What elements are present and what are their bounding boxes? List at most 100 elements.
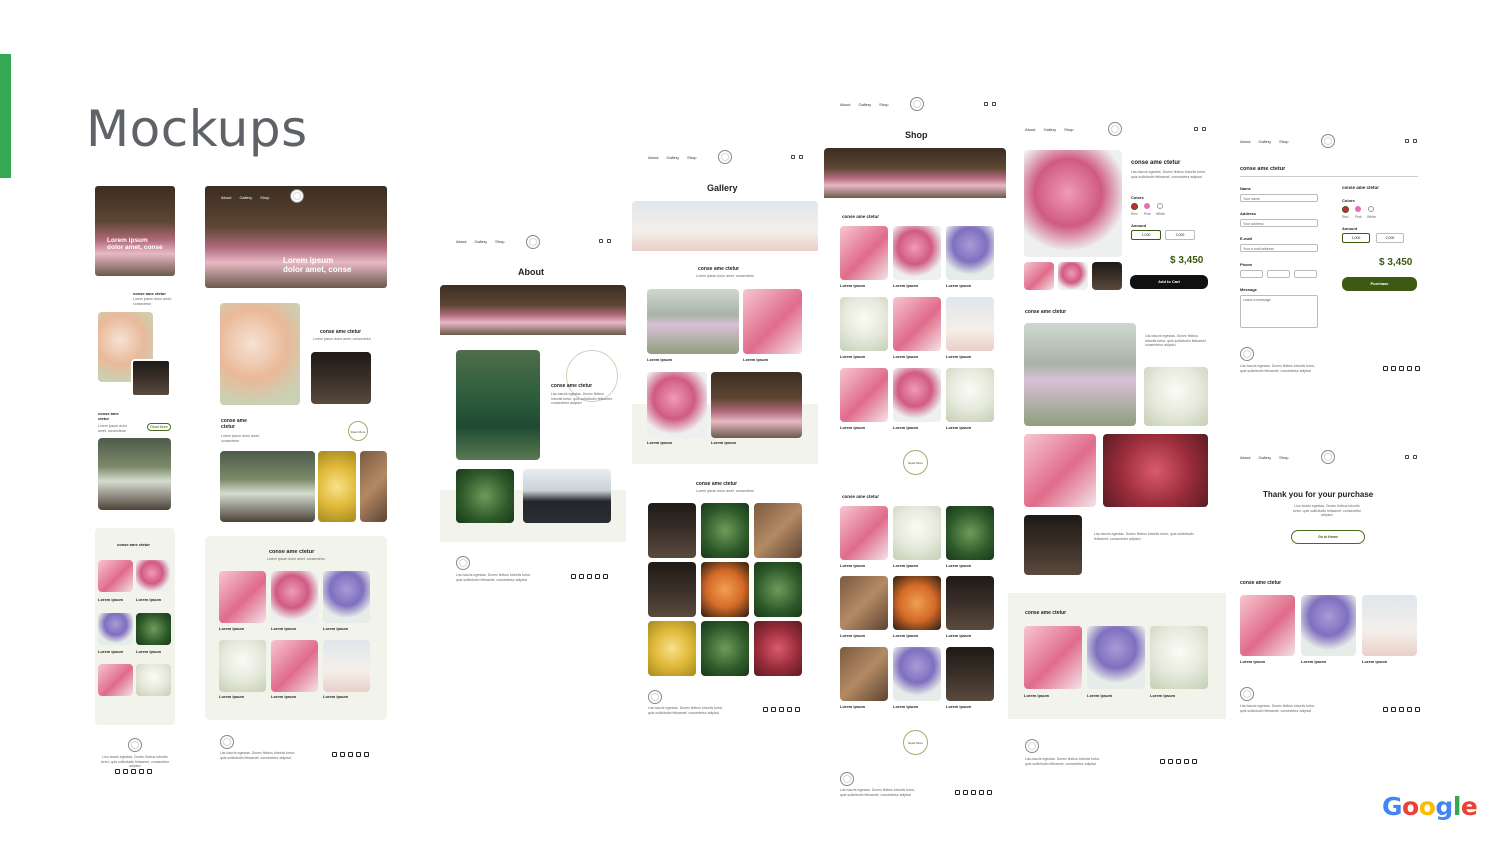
nav-about[interactable]: About [648, 155, 658, 160]
shop-item-1[interactable] [840, 226, 888, 280]
twitter-icon[interactable] [587, 574, 592, 579]
brand-logo[interactable] [910, 97, 924, 111]
instagram-icon[interactable] [340, 752, 345, 757]
shop-item-10[interactable] [840, 506, 888, 560]
read-more-button-1[interactable]: Read More [903, 450, 928, 475]
shop-item-13[interactable] [840, 576, 888, 630]
pinterest-icon[interactable] [356, 752, 361, 757]
phone-input-3[interactable] [1294, 270, 1317, 278]
nav-about[interactable]: About [456, 239, 466, 244]
color-swatch-pink[interactable] [1144, 203, 1150, 209]
brand-logo[interactable] [526, 235, 540, 249]
shop-item-3[interactable] [946, 226, 994, 280]
pinterest-icon[interactable] [1184, 759, 1189, 764]
twitter-icon[interactable] [1176, 759, 1181, 764]
message-textarea[interactable]: Leave a message [1240, 295, 1318, 328]
read-more-button[interactable]: Read More [147, 423, 171, 431]
social-icons[interactable] [571, 574, 608, 579]
instagram-icon[interactable] [771, 707, 776, 712]
email-input[interactable]: Your e-mail address [1240, 244, 1318, 252]
social-icons[interactable] [1160, 759, 1197, 764]
cart-icon[interactable] [992, 102, 996, 106]
user-icon[interactable] [984, 102, 988, 106]
product-thumb-2[interactable] [1058, 262, 1088, 290]
shop-item-6[interactable] [946, 297, 994, 351]
related-item-3[interactable] [1150, 626, 1208, 689]
recommend-item-3[interactable] [1362, 595, 1417, 656]
user-icon[interactable] [1405, 455, 1409, 459]
brand-logo[interactable] [290, 189, 304, 203]
read-more-button[interactable]: Read More [348, 421, 368, 441]
nav-about[interactable]: About [1240, 139, 1250, 144]
twitter-icon[interactable] [779, 707, 784, 712]
nav-gallery[interactable]: Gallery [239, 195, 252, 200]
facebook-icon[interactable] [1383, 366, 1388, 371]
facebook-icon[interactable] [1383, 707, 1388, 712]
nav-about[interactable]: About [840, 102, 850, 107]
amount-option-1[interactable]: 1,000 [1342, 233, 1370, 243]
pinterest-icon[interactable] [979, 790, 984, 795]
amount-option-2[interactable]: 2,000 [1376, 233, 1404, 243]
behance-icon[interactable] [1415, 707, 1420, 712]
color-swatch-red[interactable] [1342, 206, 1349, 213]
instagram-icon[interactable] [579, 574, 584, 579]
user-icon[interactable] [1194, 127, 1198, 131]
cart-icon[interactable] [799, 155, 803, 159]
pinterest-icon[interactable] [787, 707, 792, 712]
name-input[interactable]: Your name [1240, 194, 1318, 202]
read-more-button-2[interactable]: Read More [903, 730, 928, 755]
recommend-item-2[interactable] [1301, 595, 1356, 656]
pinterest-icon[interactable] [1407, 366, 1412, 371]
shop-item-18[interactable] [946, 647, 994, 701]
facebook-icon[interactable] [571, 574, 576, 579]
amount-option-2[interactable]: 2,000 [1165, 230, 1195, 240]
social-icons[interactable] [1383, 366, 1420, 371]
brand-logo[interactable] [1108, 122, 1122, 136]
purchase-button[interactable]: Purchase [1342, 277, 1417, 291]
user-icon[interactable] [599, 239, 603, 243]
amount-option-1[interactable]: 1,000 [1131, 230, 1161, 240]
social-icons[interactable] [115, 769, 152, 774]
nav-shop[interactable]: Shop [1279, 139, 1288, 144]
related-item-2[interactable] [1087, 626, 1145, 689]
pinterest-icon[interactable] [1407, 707, 1412, 712]
instagram-icon[interactable] [1168, 759, 1173, 764]
social-icons[interactable] [955, 790, 992, 795]
nav-gallery[interactable]: Gallery [858, 102, 871, 107]
facebook-icon[interactable] [955, 790, 960, 795]
behance-icon[interactable] [1415, 366, 1420, 371]
product-thumb-3[interactable] [1092, 262, 1122, 290]
nav-shop[interactable]: Shop [495, 239, 504, 244]
instagram-icon[interactable] [1391, 707, 1396, 712]
nav-gallery[interactable]: Gallery [1043, 127, 1056, 132]
recommend-item-1[interactable] [1240, 595, 1295, 656]
shop-item-15[interactable] [946, 576, 994, 630]
nav-about[interactable]: About [221, 195, 231, 200]
instagram-icon[interactable] [1391, 366, 1396, 371]
add-to-cart-button[interactable]: Add to Cart [1130, 275, 1208, 289]
shop-item-8[interactable] [893, 368, 941, 422]
brand-logo[interactable] [718, 150, 732, 164]
shop-item-5[interactable] [893, 297, 941, 351]
nav-shop[interactable]: Shop [1064, 127, 1073, 132]
pinterest-icon[interactable] [595, 574, 600, 579]
shop-item-17[interactable] [893, 647, 941, 701]
social-icons[interactable] [332, 752, 369, 757]
user-icon[interactable] [791, 155, 795, 159]
cart-icon[interactable] [607, 239, 611, 243]
facebook-icon[interactable] [115, 769, 120, 774]
nav-shop[interactable]: Shop [260, 195, 269, 200]
go-home-button[interactable]: Go to Home [1291, 530, 1365, 544]
twitter-icon[interactable] [1399, 707, 1404, 712]
behance-icon[interactable] [147, 769, 152, 774]
color-swatch-pink[interactable] [1355, 206, 1361, 212]
cart-icon[interactable] [1202, 127, 1206, 131]
cart-icon[interactable] [1413, 139, 1417, 143]
phone-input-1[interactable] [1240, 270, 1263, 278]
shop-item-2[interactable] [893, 226, 941, 280]
shop-item-4[interactable] [840, 297, 888, 351]
facebook-icon[interactable] [763, 707, 768, 712]
behance-icon[interactable] [1192, 759, 1197, 764]
nav-shop[interactable]: Shop [879, 102, 888, 107]
nav-gallery[interactable]: Gallery [1258, 139, 1271, 144]
